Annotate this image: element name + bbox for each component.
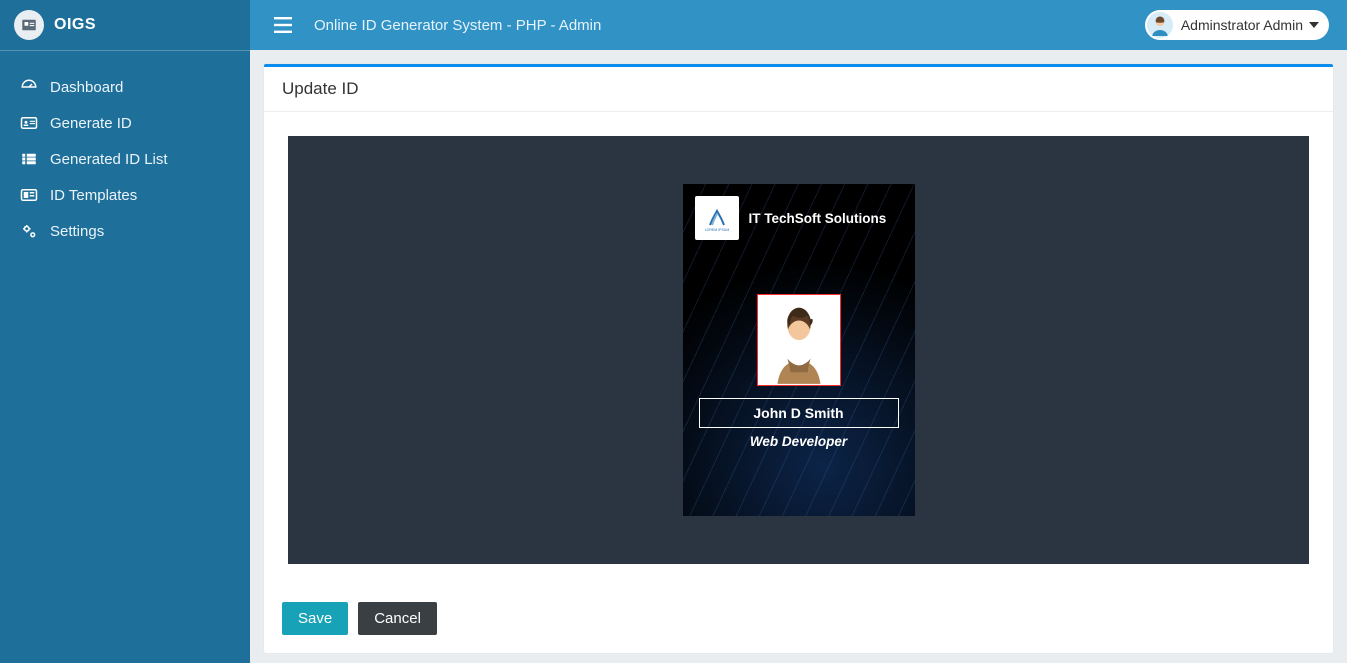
sidebar-item-generate-id[interactable]: Generate ID xyxy=(0,105,250,141)
sidebar-item-id-templates[interactable]: ID Templates xyxy=(0,177,250,213)
template-icon xyxy=(18,186,40,204)
id-card-header: LOREM IPSUM IT TechSoft Solutions xyxy=(683,184,915,252)
content: Update ID LOREM IPSUM IT TechSoft Soluti… xyxy=(250,50,1347,663)
save-button[interactable]: Save xyxy=(282,602,348,635)
sidebar-item-settings[interactable]: Settings xyxy=(0,213,250,249)
id-photo-wrap xyxy=(683,294,915,386)
list-icon xyxy=(18,150,40,168)
id-name-field-wrap xyxy=(699,398,899,428)
topbar: Online ID Generator System - PHP - Admin… xyxy=(250,0,1347,50)
hamburger-icon xyxy=(274,17,292,33)
id-photo[interactable] xyxy=(757,294,841,386)
svg-text:LOREM IPSUM: LOREM IPSUM xyxy=(704,228,729,232)
app-title: Online ID Generator System - PHP - Admin xyxy=(314,17,601,34)
sidebar-brand[interactable]: OIGS xyxy=(0,0,250,51)
sidebar-item-generated-id-list[interactable]: Generated ID List xyxy=(0,141,250,177)
id-role[interactable]: Web Developer xyxy=(683,434,915,449)
main: Online ID Generator System - PHP - Admin… xyxy=(250,0,1347,663)
page-title: Update ID xyxy=(264,67,1333,112)
hamburger-toggle[interactable] xyxy=(268,11,298,39)
brand-logo-icon xyxy=(14,10,44,40)
card-footer: Save Cancel xyxy=(264,588,1333,653)
sidebar-item-label: Generate ID xyxy=(50,115,132,132)
sidebar-nav: Dashboard Generate ID Generated ID List … xyxy=(0,51,250,249)
brand-name: OIGS xyxy=(54,16,96,34)
id-company-name: IT TechSoft Solutions xyxy=(749,211,887,226)
sidebar-item-label: Settings xyxy=(50,223,104,240)
sidebar-item-label: ID Templates xyxy=(50,187,137,204)
sidebar: OIGS Dashboard Generate ID Generated ID … xyxy=(0,0,250,663)
user-menu[interactable]: Adminstrator Admin xyxy=(1145,10,1329,40)
id-card-preview[interactable]: LOREM IPSUM IT TechSoft Solutions xyxy=(683,184,915,516)
sidebar-item-label: Generated ID List xyxy=(50,151,168,168)
id-name-input[interactable] xyxy=(699,398,899,428)
chevron-down-icon xyxy=(1309,22,1319,28)
cancel-button[interactable]: Cancel xyxy=(358,602,437,635)
company-logo-icon: LOREM IPSUM xyxy=(695,196,739,240)
card-body: LOREM IPSUM IT TechSoft Solutions xyxy=(264,112,1333,588)
id-card-icon xyxy=(18,114,40,132)
gauge-icon xyxy=(18,78,40,96)
sidebar-item-label: Dashboard xyxy=(50,79,123,96)
id-stage: LOREM IPSUM IT TechSoft Solutions xyxy=(288,136,1309,564)
gears-icon xyxy=(18,222,40,240)
card-update-id: Update ID LOREM IPSUM IT TechSoft Soluti… xyxy=(264,64,1333,653)
user-name: Adminstrator Admin xyxy=(1181,17,1303,33)
sidebar-item-dashboard[interactable]: Dashboard xyxy=(0,69,250,105)
avatar xyxy=(1147,12,1173,38)
